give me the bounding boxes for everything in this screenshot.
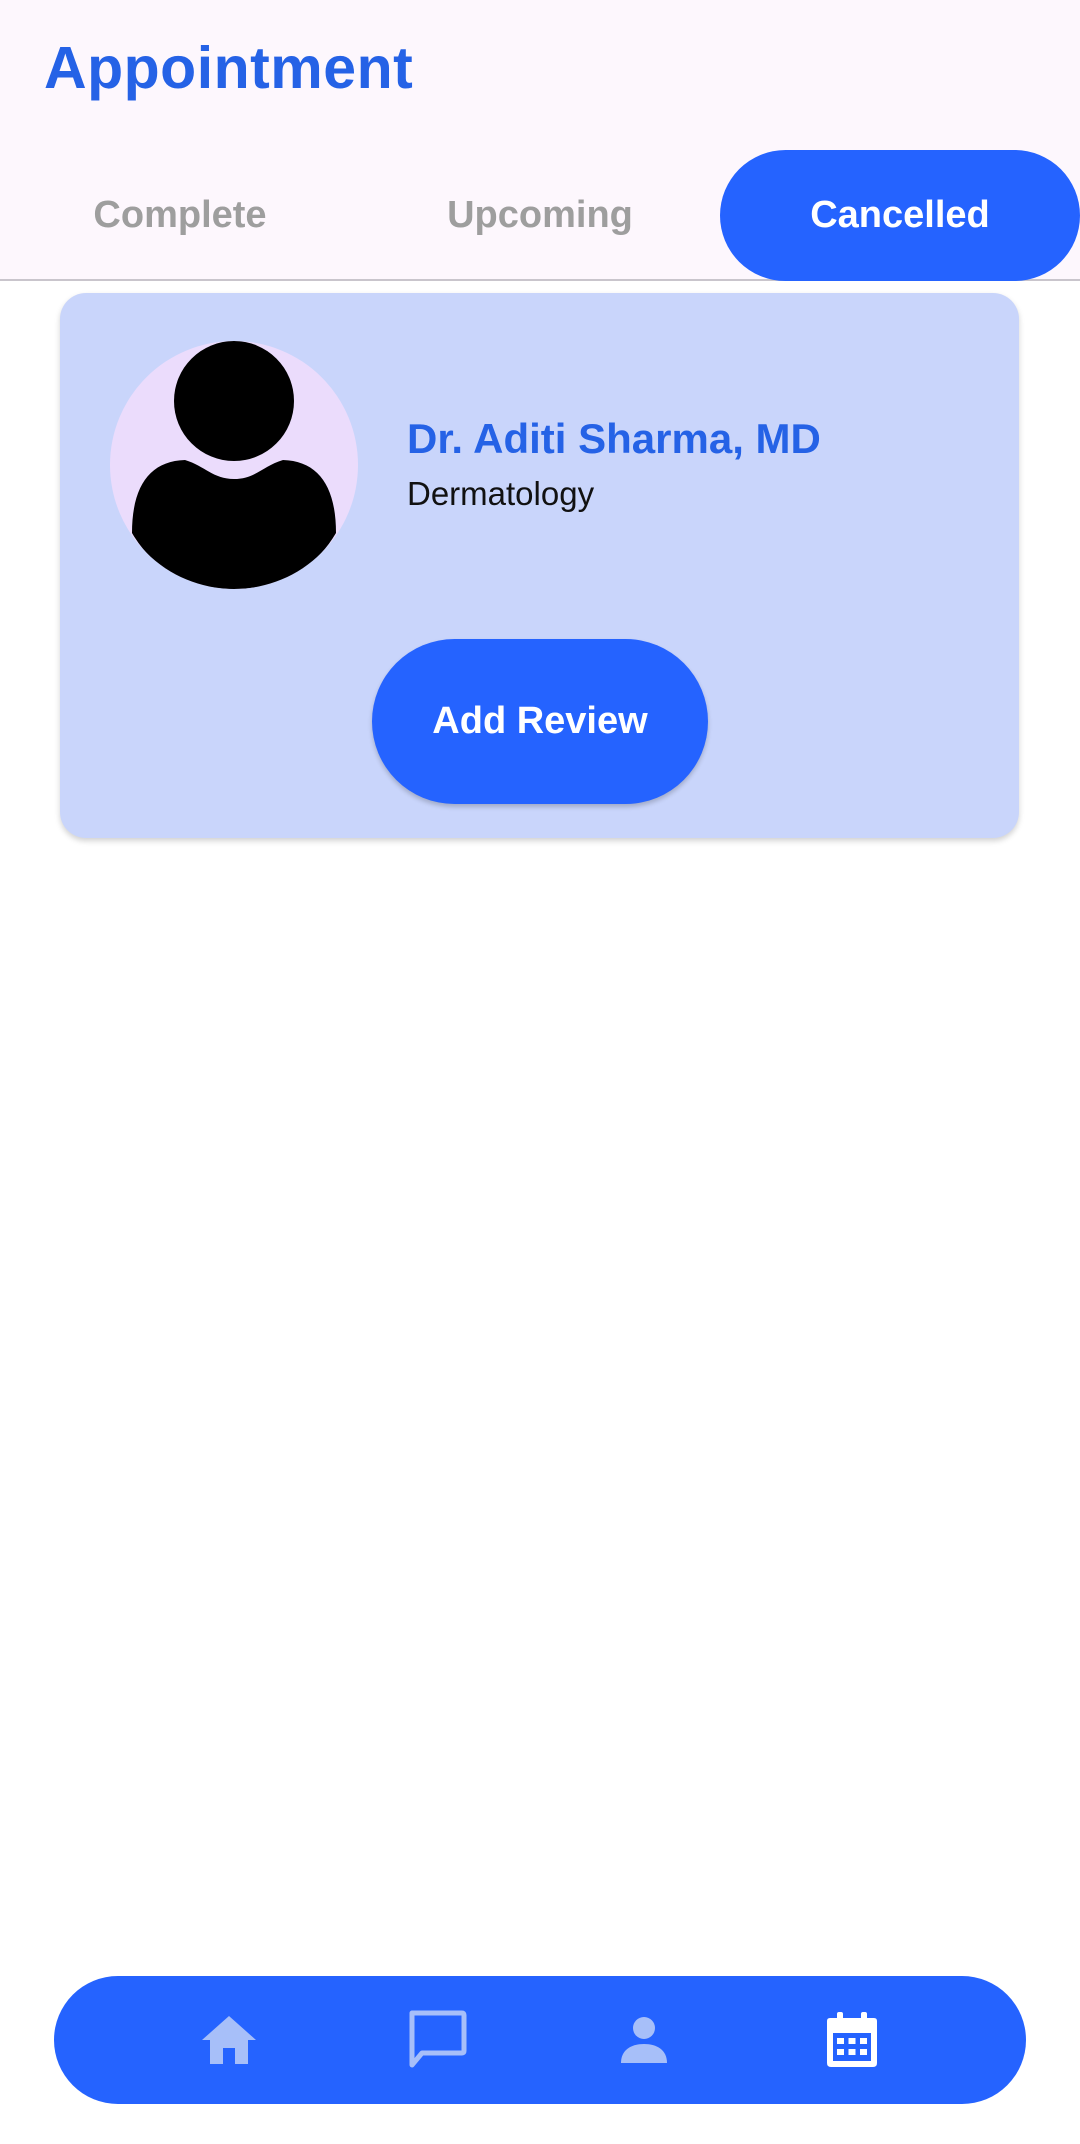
doctor-name: Dr. Aditi Sharma, MD bbox=[407, 415, 821, 462]
tab-upcoming[interactable]: Upcoming bbox=[360, 150, 720, 281]
nav-calendar[interactable] bbox=[814, 2002, 890, 2078]
appointment-screen: Appointment Complete Upcoming Cancelled … bbox=[0, 0, 1080, 2144]
nav-profile[interactable] bbox=[606, 2002, 682, 2078]
calendar-icon bbox=[827, 2012, 877, 2067]
add-review-button[interactable]: Add Review bbox=[372, 639, 708, 804]
doctor-avatar bbox=[110, 341, 358, 589]
page-title: Appointment bbox=[44, 35, 414, 101]
doctor-specialty: Dermatology bbox=[407, 475, 595, 512]
tab-complete[interactable]: Complete bbox=[0, 150, 360, 281]
app-header: Appointment Complete Upcoming Cancelled bbox=[0, 0, 1080, 281]
appointment-card: Dr. Aditi Sharma, MD Dermatology Add Rev… bbox=[60, 293, 1019, 838]
nav-home[interactable] bbox=[191, 2002, 267, 2078]
chat-icon bbox=[409, 2010, 467, 2068]
person-icon bbox=[621, 2017, 667, 2063]
tab-cancelled[interactable]: Cancelled bbox=[720, 150, 1080, 281]
person-placeholder-icon bbox=[132, 341, 336, 589]
bottom-navigation-bar bbox=[54, 1976, 1026, 2104]
nav-chat[interactable] bbox=[399, 2002, 475, 2078]
home-icon bbox=[202, 2016, 256, 2064]
